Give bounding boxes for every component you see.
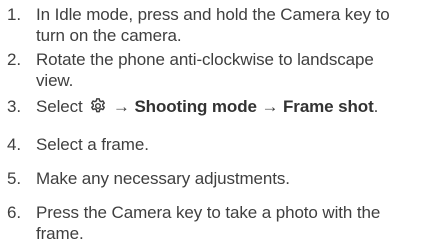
- step-text: Press the Camera key to take a photo wit…: [36, 203, 381, 222]
- menu-item-frame-shot: Frame shot: [283, 97, 374, 116]
- step-text-continued: frame.: [36, 224, 84, 243]
- step-text: Rotate the phone anti-clockwise to lands…: [36, 50, 374, 69]
- menu-item-shooting-mode: Shooting mode: [134, 97, 257, 116]
- step-text-continued: view.: [36, 71, 74, 90]
- step-number: 6.: [7, 203, 21, 222]
- step-text: Make any necessary adjustments.: [36, 169, 290, 188]
- step-text-continued: turn on the camera.: [36, 26, 182, 45]
- step-text-suffix: .: [373, 97, 379, 116]
- arrow: →: [261, 97, 279, 116]
- step-number: 4.: [7, 135, 21, 154]
- arrow: →: [112, 97, 130, 116]
- step-number: 1.: [7, 5, 21, 24]
- step-number: 3.: [7, 97, 21, 116]
- step-text: Select → Shooting mode → Frame shot.: [36, 96, 378, 117]
- instruction-steps: 1. In Idle mode, press and hold the Came…: [0, 0, 435, 244]
- step-text: In Idle mode, press and hold the Camera …: [36, 5, 390, 24]
- step-text: Select a frame.: [36, 135, 149, 154]
- step-number: 2.: [7, 50, 21, 69]
- step-text-prefix: Select: [36, 97, 83, 116]
- settings-gear-icon: [89, 97, 107, 115]
- step-number: 5.: [7, 169, 21, 188]
